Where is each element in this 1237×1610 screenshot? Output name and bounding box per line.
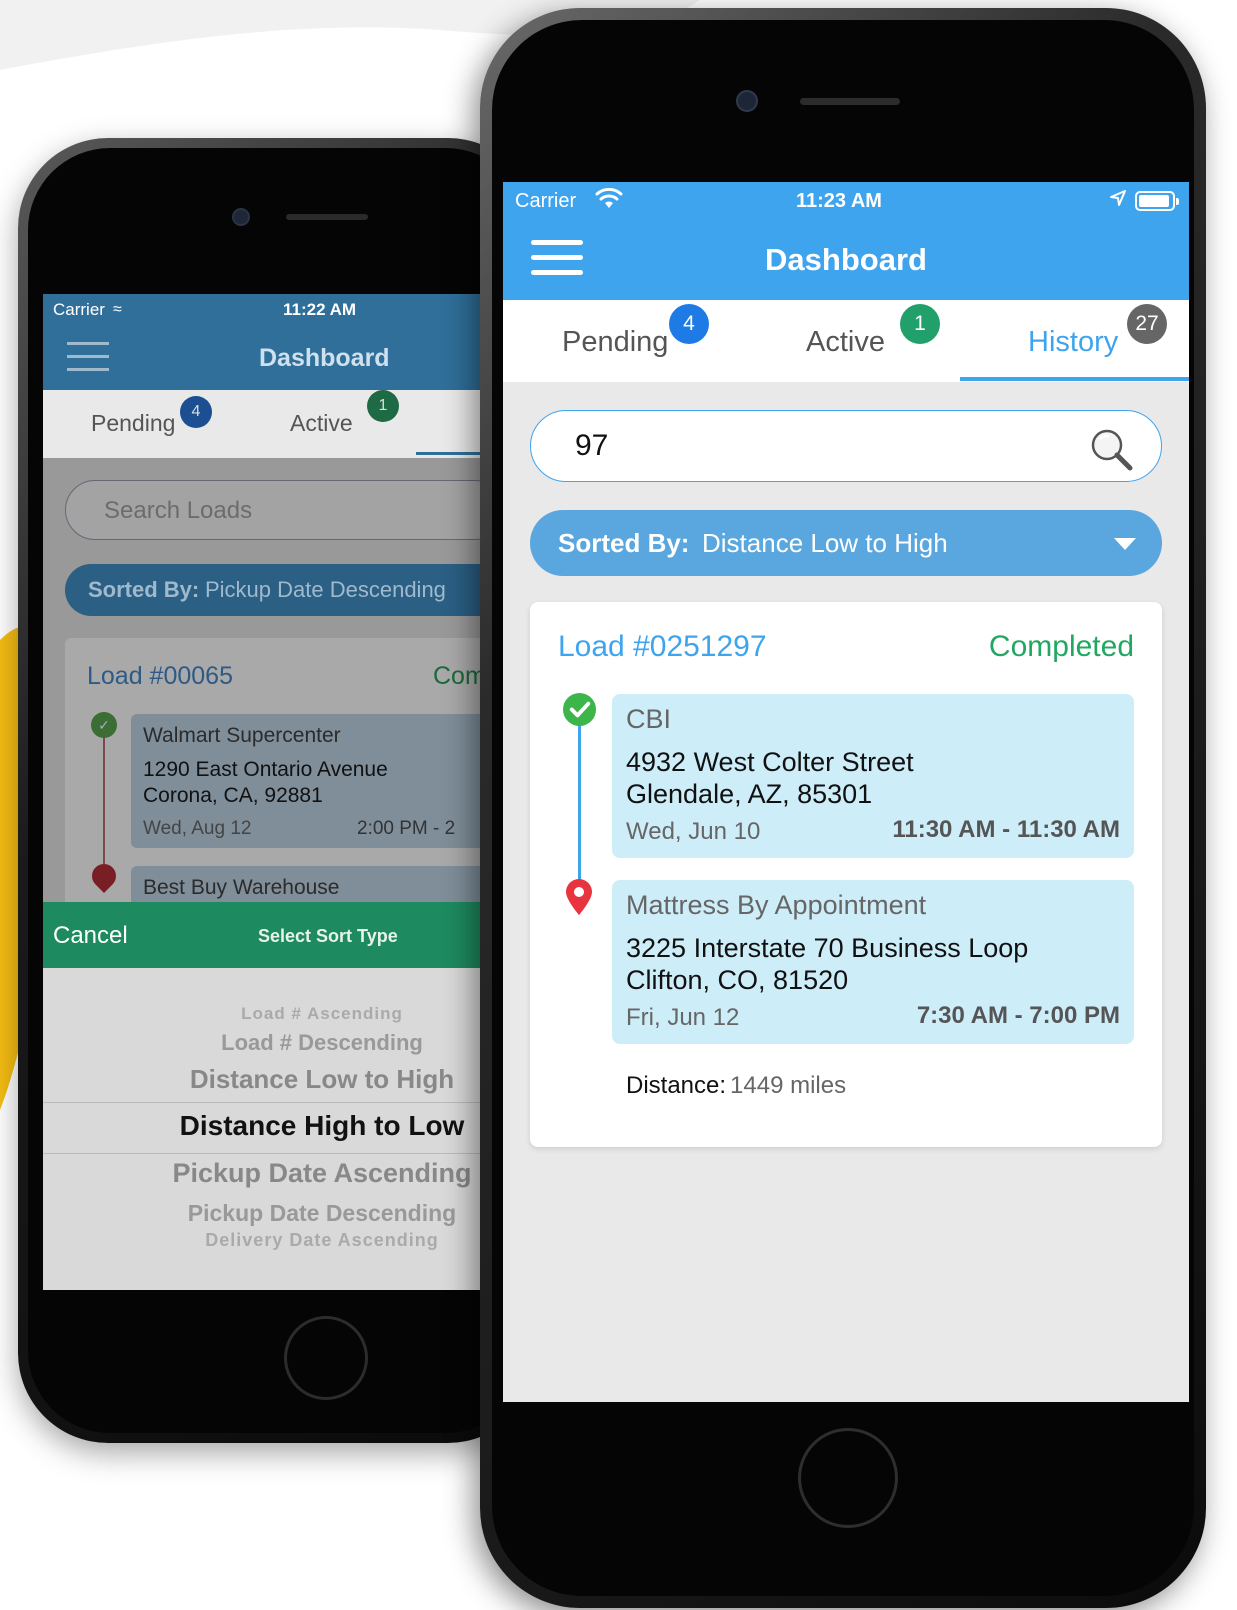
- distance-value: 1449 miles: [730, 1072, 847, 1099]
- wifi-icon: [595, 188, 623, 208]
- sort-value: Pickup Date Descending: [205, 577, 446, 602]
- picker-option[interactable]: Delivery Date Ascending: [43, 1230, 483, 1251]
- history-count-badge: 27: [1127, 304, 1167, 344]
- active-tab-underline: [960, 377, 1189, 381]
- sort-label: Sorted By:: [558, 528, 690, 558]
- sort-dropdown[interactable]: Sorted By: Distance Low to High: [530, 510, 1162, 576]
- search-icon[interactable]: [1087, 425, 1135, 473]
- sort-dropdown[interactable]: Sorted By: Pickup Date Descending: [65, 564, 483, 616]
- tab-active[interactable]: Active: [290, 410, 353, 437]
- stop-name: Mattress By Appointment: [626, 890, 927, 920]
- stop-time-window: 7:30 AM - 7:00 PM: [916, 1002, 1120, 1029]
- tab-bar: Pending 4 Active 1 History 27: [503, 300, 1189, 382]
- carrier-label: Carrier: [515, 190, 577, 212]
- stop-address: 3225 Interstate 70 Business Loop Clifton…: [626, 932, 1028, 996]
- location-pin-icon: [566, 879, 592, 915]
- battery-icon: [1135, 191, 1179, 211]
- tab-pending[interactable]: Pending: [562, 326, 668, 359]
- nav-bar: Dashboard: [43, 326, 483, 390]
- picker-option[interactable]: Pickup Date Ascending: [43, 1158, 483, 1189]
- load-card[interactable]: Load #0251297 Completed CBI 4932 West Co…: [530, 602, 1162, 1147]
- stop-address: 4932 West Colter Street Glendale, AZ, 85…: [626, 746, 914, 810]
- check-icon: ✓: [91, 712, 117, 738]
- stop-address-line1: 4932 West Colter Street: [626, 747, 914, 777]
- pickup-stop: CBI 4932 West Colter Street Glendale, AZ…: [612, 694, 1134, 858]
- status-time: 11:23 AM: [796, 190, 882, 212]
- carrier-label: Carrier: [53, 300, 105, 319]
- stop-name: CBI: [626, 704, 672, 734]
- picker-option[interactable]: Load # Descending: [43, 1030, 483, 1056]
- search-placeholder: Search Loads: [104, 497, 253, 524]
- delivery-stop: Mattress By Appointment 3225 Interstate …: [612, 880, 1134, 1044]
- tab-underline: [416, 452, 483, 455]
- search-input[interactable]: Search Loads: [65, 480, 483, 540]
- wifi-icon: ≈: [112, 301, 122, 318]
- check-circle-icon: [562, 692, 597, 727]
- search-input[interactable]: [575, 425, 1075, 467]
- tab-bar: Pending 4 Active 1: [43, 390, 483, 458]
- stop-date: Wed, Aug 12: [143, 818, 252, 839]
- load-number[interactable]: Load #0251297: [558, 630, 767, 664]
- load-number[interactable]: Load #00065: [87, 662, 233, 691]
- tab-history[interactable]: History: [1028, 326, 1118, 359]
- front-phone-speaker: [800, 98, 900, 105]
- chevron-down-icon: [1114, 538, 1136, 550]
- stop-time-window: 11:30 AM - 11:30 AM: [892, 816, 1120, 843]
- stop-address-line1: 1290 East Ontario Avenue: [143, 758, 388, 781]
- stop-time-window: 2:00 PM - 2: [357, 818, 456, 839]
- active-count-badge: 1: [367, 390, 399, 422]
- picker-option[interactable]: Pickup Date Descending: [43, 1200, 483, 1227]
- load-card[interactable]: Load #00065 Com ✓ Walmart Supercenter 12…: [65, 638, 483, 902]
- location-arrow-icon: [1110, 190, 1126, 206]
- stop-address-line2: Clifton, CO, 81520: [626, 965, 849, 995]
- tab-pending[interactable]: Pending: [91, 410, 175, 437]
- stop-date: Fri, Jun 12: [626, 1004, 740, 1031]
- stop-address-line1: 3225 Interstate 70 Business Loop: [626, 933, 1029, 963]
- stop-name: Walmart Supercenter: [143, 724, 341, 747]
- back-phone-camera: [232, 208, 250, 226]
- pickup-stop: Walmart Supercenter 1290 East Ontario Av…: [131, 714, 483, 848]
- picker-option[interactable]: Distance Low to High: [43, 1064, 483, 1095]
- dimmed-content: Search Loads Sorted By: Pickup Date Desc…: [43, 458, 483, 902]
- status-bar: Carrier ≈ 11:22 AM: [43, 294, 483, 326]
- back-phone-speaker: [286, 214, 368, 220]
- page-title: Dashboard: [259, 344, 390, 372]
- load-status: Com: [433, 662, 483, 690]
- stop-date: Wed, Jun 10: [626, 818, 761, 845]
- route-line: [103, 728, 105, 878]
- route-line: [578, 712, 581, 898]
- front-phone-screen: Carrier 11:23 AM Dashboard Pending 4 Act…: [503, 182, 1189, 1402]
- sort-type-picker[interactable]: Load # Ascending Load # Descending Dista…: [43, 968, 483, 1290]
- status-bar: Carrier 11:23 AM: [503, 182, 1189, 220]
- stop-address-line2: Glendale, AZ, 85301: [626, 779, 873, 809]
- active-count-badge: 1: [900, 304, 940, 344]
- location-pin-icon: [87, 859, 121, 893]
- picker-title: Select Sort Type: [258, 926, 398, 946]
- distance-row: Distance: 1449 miles: [626, 1072, 846, 1100]
- pending-count-badge: 4: [669, 304, 709, 344]
- menu-icon[interactable]: [67, 342, 109, 374]
- pending-count-badge: 4: [180, 396, 212, 428]
- picker-option[interactable]: Load # Ascending: [43, 1004, 483, 1024]
- nav-bar: Dashboard: [503, 220, 1189, 300]
- stop-address-line2: Corona, CA, 92881: [143, 784, 323, 807]
- front-phone-camera: [736, 90, 758, 112]
- cancel-button[interactable]: Cancel: [53, 922, 128, 950]
- load-status: Completed: [988, 630, 1134, 663]
- sort-label: Sorted By:: [88, 577, 200, 602]
- page-title: Dashboard: [765, 242, 927, 277]
- back-phone-home-button[interactable]: [284, 1316, 368, 1400]
- search-field: [530, 410, 1162, 482]
- back-phone-screen: Carrier ≈ 11:22 AM Dashboard Pending 4 A…: [43, 294, 483, 1290]
- distance-label: Distance:: [626, 1072, 727, 1099]
- tab-active[interactable]: Active: [806, 326, 885, 359]
- front-phone-home-button[interactable]: [798, 1428, 898, 1528]
- picker-toolbar: Cancel Select Sort Type: [43, 902, 483, 968]
- stop-name: Best Buy Warehouse: [143, 876, 340, 899]
- sort-value: Distance Low to High: [702, 528, 948, 558]
- delivery-stop: Best Buy Warehouse: [131, 866, 483, 902]
- status-time: 11:22 AM: [283, 300, 357, 319]
- picker-option-selected[interactable]: Distance High to Low: [43, 1110, 483, 1142]
